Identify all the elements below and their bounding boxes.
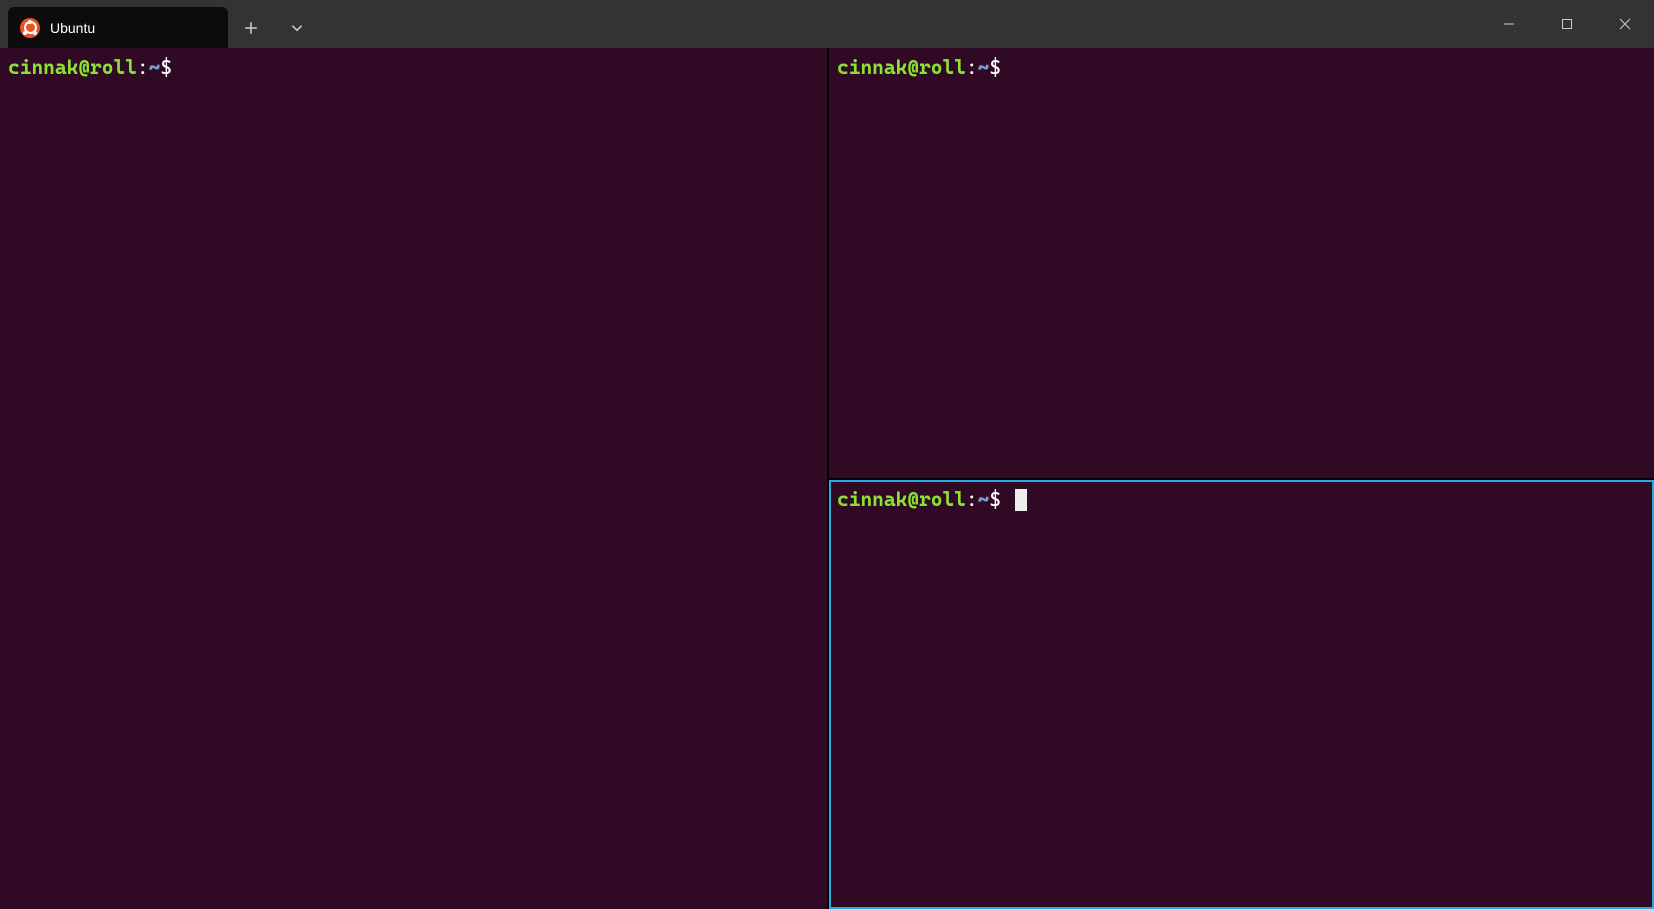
cursor-icon: [1015, 489, 1027, 511]
window-controls: [1480, 0, 1654, 48]
chevron-down-icon: [290, 21, 304, 35]
tab-close-button[interactable]: [190, 15, 216, 41]
prompt-symbol: $: [160, 55, 172, 79]
prompt-path: ~: [978, 55, 990, 79]
prompt-symbol: $: [989, 487, 1001, 511]
prompt-path: ~: [149, 55, 161, 79]
minimize-button[interactable]: [1480, 0, 1538, 48]
tab-title: Ubuntu: [50, 20, 182, 36]
prompt-colon: :: [137, 55, 149, 79]
terminal-pane-bottom-right[interactable]: cinnak@roll:~$: [829, 478, 1654, 909]
terminal-output: cinnak@roll:~$: [829, 48, 1654, 87]
prompt-path: ~: [978, 487, 990, 511]
tab-ubuntu[interactable]: Ubuntu: [8, 7, 228, 48]
prompt-colon: :: [966, 55, 978, 79]
profile-dropdown-button[interactable]: [274, 7, 320, 48]
prompt-user-host: cinnak@roll: [8, 55, 137, 79]
tab-strip: Ubuntu: [0, 0, 228, 48]
prompt-user-host: cinnak@roll: [837, 487, 966, 511]
prompt-symbol: $: [989, 55, 1001, 79]
maximize-button[interactable]: [1538, 0, 1596, 48]
ubuntu-logo-icon: [20, 18, 40, 38]
plus-icon: [244, 21, 258, 35]
close-icon: [1619, 18, 1631, 30]
terminal-output: cinnak@roll:~$: [829, 480, 1654, 519]
prompt-user-host: cinnak@roll: [837, 55, 966, 79]
window-close-button[interactable]: [1596, 0, 1654, 48]
terminal-pane-top-right[interactable]: cinnak@roll:~$: [829, 48, 1654, 478]
prompt-colon: :: [966, 487, 978, 511]
minimize-icon: [1503, 18, 1515, 30]
terminal-right-column: cinnak@roll:~$ cinnak@roll:~$: [827, 48, 1654, 909]
new-tab-button[interactable]: [228, 7, 274, 48]
close-icon: [190, 15, 216, 41]
maximize-icon: [1561, 18, 1573, 30]
terminal-output: cinnak@roll:~$: [0, 48, 827, 87]
terminal-workspace: cinnak@roll:~$ cinnak@roll:~$ cinnak@rol…: [0, 48, 1654, 909]
titlebar: Ubuntu: [0, 0, 1654, 48]
titlebar-drag-region[interactable]: [320, 0, 1480, 48]
terminal-pane-left[interactable]: cinnak@roll:~$: [0, 48, 827, 909]
